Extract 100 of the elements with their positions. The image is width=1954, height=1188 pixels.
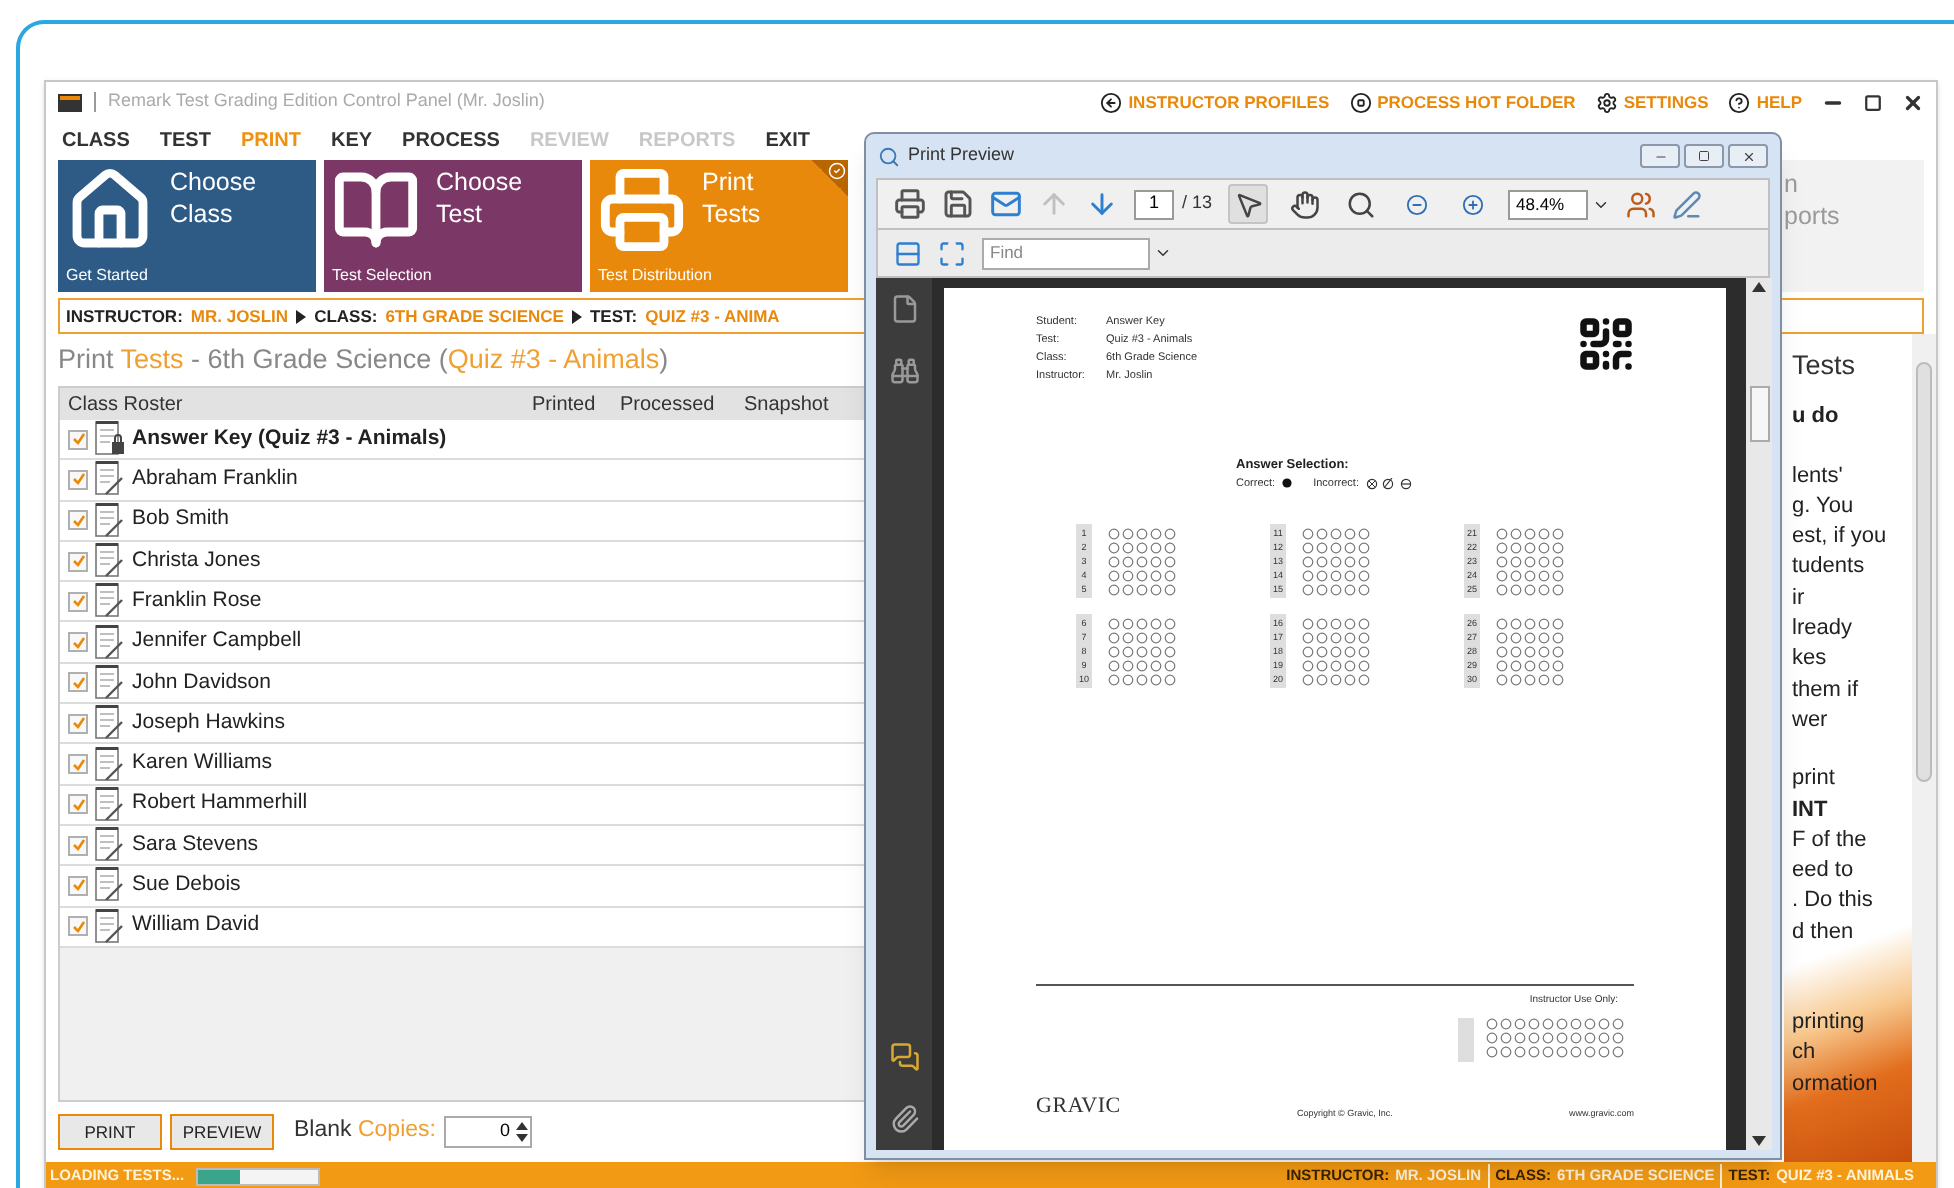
pen-icon[interactable]	[1672, 189, 1703, 219]
help-text: them if	[1792, 675, 1861, 706]
checkbox[interactable]	[68, 713, 88, 734]
people-icon[interactable]	[1626, 189, 1657, 219]
column-header[interactable]: Processed	[620, 389, 744, 419]
checkbox[interactable]	[68, 591, 88, 612]
document-pencil-icon	[94, 826, 126, 865]
roster-row[interactable]: William David	[60, 907, 864, 948]
document-pencil-icon	[94, 785, 126, 824]
action-button[interactable]: PREVIEW	[170, 1114, 274, 1150]
checkbox[interactable]	[68, 916, 88, 937]
menu-item[interactable]: EXIT	[765, 125, 810, 155]
envelope-icon[interactable]	[990, 188, 1022, 220]
scrollbar[interactable]	[1912, 334, 1936, 1162]
roster-row[interactable]: Abraham Franklin	[60, 460, 864, 502]
nav-tile[interactable]: Choose Class Get Started	[58, 160, 316, 292]
text-select-icon[interactable]	[1228, 184, 1269, 224]
checkbox[interactable]	[68, 875, 88, 896]
copies-spinner[interactable]: 0	[443, 1116, 532, 1148]
help-text: eed to	[1792, 856, 1856, 887]
menu-item[interactable]: TEST	[159, 125, 211, 155]
student-name: Bob Smith	[132, 504, 229, 535]
close-icon	[1741, 149, 1755, 163]
binoculars-icon[interactable]	[889, 356, 919, 386]
help-icon	[1728, 91, 1751, 113]
document-pencil-icon	[94, 663, 126, 702]
restore-button[interactable]	[1684, 144, 1724, 168]
tile-title: ports	[1784, 200, 1842, 232]
qr-code-icon	[1576, 314, 1636, 374]
checkbox[interactable]	[68, 551, 88, 572]
checkbox[interactable]	[68, 754, 88, 775]
help-text: printing	[1792, 1008, 1867, 1038]
roster-row[interactable]: Joseph Hawkins	[60, 704, 864, 745]
roster-row[interactable]: John Davidson	[60, 663, 864, 705]
help-text: ir	[1792, 583, 1807, 614]
find-field[interactable]: Find	[982, 237, 1150, 269]
column-header[interactable]: Class Roster	[60, 389, 532, 419]
column-header[interactable]: Printed	[532, 389, 620, 419]
checkbox[interactable]	[68, 632, 88, 653]
nav-tile[interactable]: Choose Test Test Selection	[324, 160, 582, 292]
page-field[interactable]: 1	[1134, 189, 1174, 219]
roster-row[interactable]: Karen Williams	[60, 744, 864, 786]
checkbox[interactable]	[68, 469, 88, 490]
spinner-arrows-icon[interactable]	[513, 1118, 530, 1146]
scroll-down-icon[interactable]	[1752, 1136, 1766, 1146]
scroll-up-icon[interactable]	[1752, 282, 1766, 292]
menu-item[interactable]: CLASS	[62, 125, 130, 155]
roster-row[interactable]: Christa Jones	[60, 541, 864, 583]
roster-row[interactable]: Answer Key (Quiz #3 - Animals)	[60, 420, 864, 461]
roster-row[interactable]: Sara Stevens	[60, 825, 864, 867]
student-name: Jennifer Campbell	[132, 626, 302, 657]
checkbox[interactable]	[68, 794, 88, 815]
fit-width-icon[interactable]	[894, 239, 922, 267]
tile-title: n	[1784, 168, 1800, 200]
roster-row[interactable]: Sue Debois	[60, 866, 864, 908]
column-header[interactable]: Snapshot	[744, 389, 864, 419]
checkbox[interactable]	[68, 510, 88, 531]
roster-row[interactable]: Bob Smith	[60, 501, 864, 542]
caret-icon	[571, 309, 582, 323]
help-text: est, if you	[1792, 522, 1889, 553]
breadcrumb-label: TEST:	[589, 303, 638, 329]
fit-page-icon[interactable]	[938, 239, 966, 267]
scrollbar-thumb[interactable]	[1749, 386, 1769, 442]
paperclip-icon[interactable]	[889, 1104, 919, 1134]
preview-title: Print Preview	[908, 142, 1015, 169]
dropdown-icon[interactable]	[1154, 244, 1172, 262]
roster-row[interactable]: Franklin Rose	[60, 582, 864, 623]
roster-row[interactable]: Jennifer Campbell	[60, 622, 864, 664]
close-icon[interactable]	[1902, 91, 1924, 113]
student-name: Answer Key (Quiz #3 - Animals)	[132, 423, 447, 454]
maximize-icon[interactable]	[1864, 93, 1882, 111]
tile-title: Print Tests	[702, 166, 763, 232]
scrollbar[interactable]	[1746, 278, 1772, 1150]
checkbox[interactable]	[68, 835, 88, 856]
comments-icon[interactable]	[889, 1042, 919, 1072]
document-pencil-icon	[94, 745, 126, 784]
help-text: u do	[1792, 402, 1841, 433]
help-text: lready	[1792, 614, 1854, 645]
student-name: Joseph Hawkins	[132, 707, 285, 738]
roster-row[interactable]: Robert Hammerhill	[60, 785, 864, 826]
preview-app-icon	[878, 145, 900, 167]
save-icon[interactable]	[942, 188, 974, 220]
menu-item[interactable]: PROCESS	[402, 125, 500, 155]
checkbox[interactable]	[68, 429, 88, 450]
checkbox[interactable]	[68, 672, 88, 693]
document-pencil-icon	[94, 623, 126, 662]
student-name: Robert Hammerhill	[132, 788, 308, 819]
pages-icon[interactable]	[889, 294, 919, 324]
print-icon[interactable]	[894, 188, 926, 220]
menu-item[interactable]: KEY	[330, 125, 373, 155]
action-button[interactable]: PRINT	[58, 1114, 162, 1150]
help-text: F of the	[1792, 825, 1869, 856]
help-text: g. You	[1792, 491, 1856, 522]
gravic-logo: GRAVIC	[1036, 1091, 1121, 1121]
scrollbar-thumb[interactable]	[1916, 362, 1932, 782]
document-pencil-icon	[94, 866, 126, 905]
student-name: Abraham Franklin	[132, 464, 298, 495]
help-text: ch	[1792, 1038, 1818, 1069]
down-arrow-icon[interactable]	[1086, 188, 1118, 220]
zoom-field[interactable]: 48.4%	[1508, 189, 1589, 219]
